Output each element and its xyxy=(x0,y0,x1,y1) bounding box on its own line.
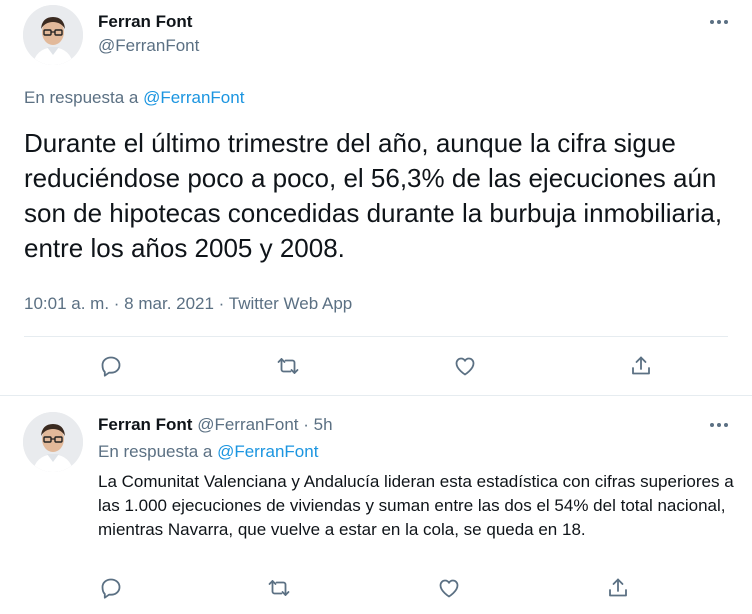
replying-to-prefix: En respuesta a xyxy=(98,442,218,461)
reply-button[interactable] xyxy=(97,352,125,380)
retweet-icon xyxy=(277,358,299,374)
reply-time[interactable]: 5h xyxy=(314,415,333,434)
like-button[interactable] xyxy=(451,352,479,380)
reply-author-handle[interactable]: @FerranFont xyxy=(197,415,298,434)
share-icon xyxy=(609,578,627,597)
reply-share-button[interactable] xyxy=(604,574,632,602)
retweet-button[interactable] xyxy=(274,352,302,380)
share-icon xyxy=(632,356,650,375)
reply-reply-button[interactable] xyxy=(97,574,125,602)
meta-separator: · xyxy=(213,294,229,313)
reply-icon xyxy=(101,356,121,377)
reply-like-button[interactable] xyxy=(435,574,463,602)
tweet-metadata: 10:01 a. m. · 8 mar. 2021 · Twitter Web … xyxy=(24,294,352,314)
main-tweet: Ferran Font @FerranFont En respuesta a @… xyxy=(0,0,752,396)
tweet-source[interactable]: Twitter Web App xyxy=(229,294,352,313)
tweet-date[interactable]: 8 mar. 2021 xyxy=(124,294,214,313)
reply-header: Ferran Font @FerranFont · 5h xyxy=(98,415,333,435)
replying-to-prefix: En respuesta a xyxy=(24,88,144,107)
reply-icon xyxy=(101,578,121,599)
reply-replying-to-line: En respuesta a @FerranFont xyxy=(98,442,318,462)
avatar-image xyxy=(23,412,83,472)
reply-separator: · xyxy=(298,415,314,434)
reply-retweet-button[interactable] xyxy=(265,574,293,602)
reply-avatar[interactable] xyxy=(23,412,83,472)
tweet-text: Durante el último trimestre del año, aun… xyxy=(24,128,723,263)
divider xyxy=(24,336,728,337)
more-icon[interactable] xyxy=(704,12,734,32)
replying-to-mention[interactable]: @FerranFont xyxy=(217,442,318,461)
share-button[interactable] xyxy=(627,352,655,380)
meta-separator: · xyxy=(109,294,125,313)
tweet-time[interactable]: 10:01 a. m. xyxy=(24,294,109,313)
avatar[interactable] xyxy=(23,5,83,65)
like-icon xyxy=(439,579,459,598)
replying-to-mention[interactable]: @FerranFont xyxy=(143,88,244,107)
author-handle[interactable]: @FerranFont xyxy=(98,36,199,56)
reply-tweet-text: La Comunitat Valenciana y Andalucía lide… xyxy=(98,472,734,539)
reply-more-icon[interactable] xyxy=(704,415,734,435)
avatar-image xyxy=(23,5,83,65)
like-icon xyxy=(455,357,475,376)
retweet-icon xyxy=(268,580,290,596)
author-name[interactable]: Ferran Font xyxy=(98,12,192,32)
reply-author-name[interactable]: Ferran Font xyxy=(98,415,192,434)
replying-to-line: En respuesta a @FerranFont xyxy=(24,88,244,108)
